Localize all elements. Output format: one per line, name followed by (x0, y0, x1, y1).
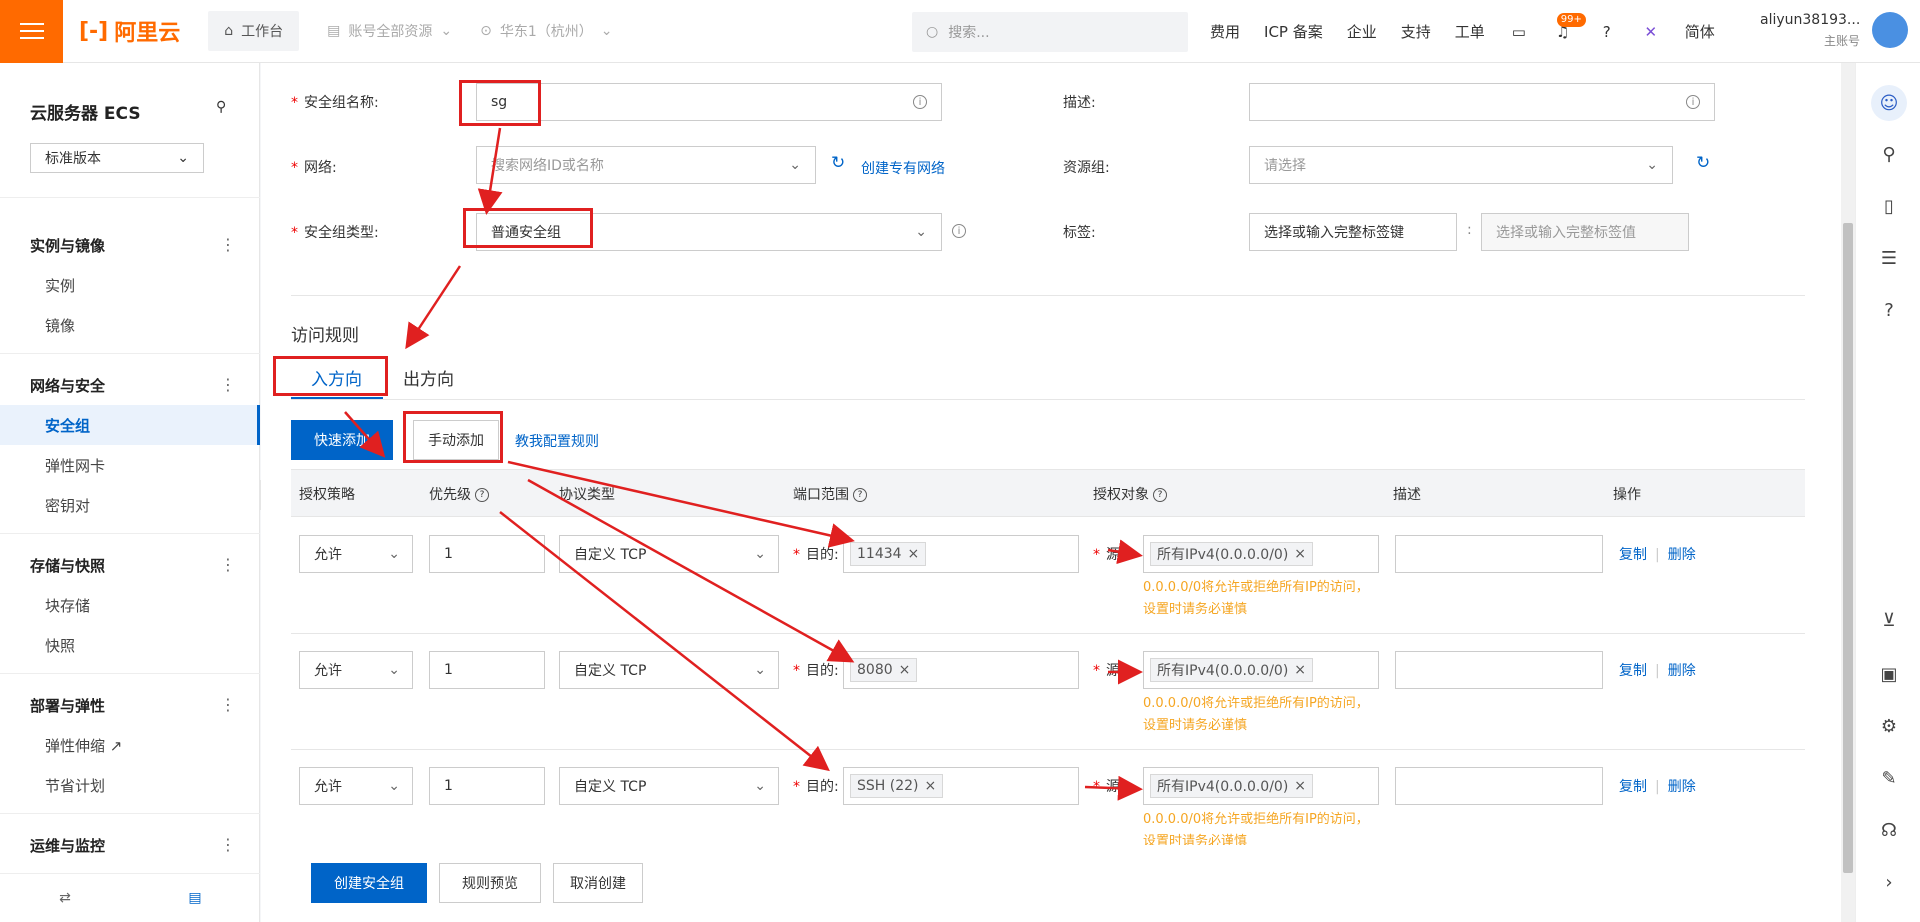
docs-icon[interactable]: ▯ (1878, 195, 1900, 217)
annotation-arrow (507, 460, 855, 548)
edit-icon[interactable]: ✎ (1878, 767, 1900, 789)
annotation-arrow (1107, 539, 1143, 565)
annotation-arrow (477, 127, 503, 215)
annotation-arrow (344, 411, 386, 458)
annotation-arrows (344, 127, 1143, 801)
cart-icon[interactable]: ⊻ (1878, 609, 1900, 631)
gear-icon[interactable]: ⚙ (1878, 715, 1900, 737)
right-rail: ☺ ⚲ ▯ ☰ ? ⊻ ▣ ⚙ ✎ ☊ › (1855, 63, 1920, 922)
ai-icon[interactable]: ▣ (1878, 663, 1900, 685)
annotation-arrow (1084, 775, 1143, 801)
scrollbar[interactable] (1841, 63, 1855, 922)
annotation-arrow (527, 478, 855, 663)
assistant-robot-icon[interactable]: ☺ (1871, 85, 1907, 121)
annotation-arrow (499, 511, 830, 772)
chevron-right-icon[interactable]: › (1878, 871, 1900, 893)
checklist-icon[interactable]: ☰ (1878, 247, 1900, 269)
help-icon[interactable]: ? (1878, 299, 1900, 321)
search-icon[interactable]: ⚲ (1878, 143, 1900, 165)
headset-icon[interactable]: ☊ (1878, 819, 1900, 841)
scrollbar-thumb[interactable] (1843, 223, 1853, 873)
annotation-arrow (405, 265, 462, 350)
